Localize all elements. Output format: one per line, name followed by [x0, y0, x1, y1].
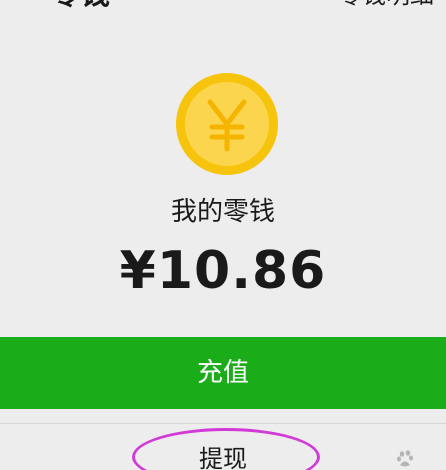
baidu-jingyan-watermark — [364, 448, 446, 470]
transaction-details-link[interactable]: 零钱明细 — [338, 0, 434, 10]
yen-coin-icon — [176, 73, 278, 175]
wallet-label: 我的零钱 — [170, 197, 275, 227]
nav-title: 零钱 — [50, 0, 110, 10]
recharge-button[interactable]: 充值 — [0, 337, 446, 409]
balance-amount: ¥10.86 — [119, 241, 327, 301]
baidu-paw-logo-icon — [397, 450, 413, 467]
change-wallet-screen: 零钱 零钱明细 我的零钱 ¥10.86 充值 提现 — [0, 0, 446, 470]
top-nav-bar: 零钱 零钱明细 — [0, 0, 446, 10]
